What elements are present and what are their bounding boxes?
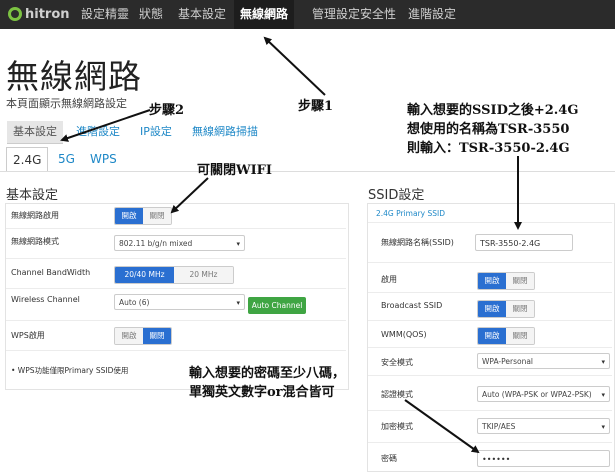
ssid-name-label: 無線網路名稱(SSID) bbox=[381, 238, 454, 247]
auto-channel-button[interactable]: Auto Channel bbox=[248, 297, 306, 314]
nav-setup-wizard[interactable]: 設定精靈 bbox=[75, 0, 135, 29]
auth-mode-select[interactable]: Auto (WPA-PSK or WPA2-PSK) ▾ bbox=[477, 386, 610, 402]
security-mode-value: WPA-Personal bbox=[482, 357, 534, 366]
annotation-ssid-line2: 想使用的名稱為TSR-3550 bbox=[407, 122, 570, 137]
page-description: 本頁面顯示無線網路設定 bbox=[6, 97, 127, 110]
wireless-off-button[interactable]: 關閉 bbox=[143, 208, 171, 224]
tab-wps[interactable]: WPS bbox=[84, 147, 123, 171]
nav-security[interactable]: 安全性 bbox=[354, 0, 402, 29]
basic-settings-title: 基本設定 bbox=[6, 188, 59, 203]
ssid-on-button[interactable]: 開啟 bbox=[478, 273, 506, 289]
wmm-off-button[interactable]: 關閉 bbox=[506, 328, 534, 344]
wps-off-button[interactable]: 關閉 bbox=[143, 328, 171, 344]
annotation-password-line1: 輸入想要的密碼至少八碼， bbox=[189, 366, 346, 381]
password-label: 密碼 bbox=[381, 454, 397, 463]
annotation-password-line2: 單獨英文數字or混合皆可 bbox=[189, 385, 335, 400]
channel-select[interactable]: Auto (6) ▾ bbox=[114, 294, 245, 310]
security-mode-select[interactable]: WPA-Personal ▾ bbox=[477, 353, 610, 369]
tab-5g[interactable]: 5G bbox=[52, 147, 81, 171]
auth-mode-label: 認證模式 bbox=[381, 390, 413, 399]
tab-ip-settings[interactable]: IP設定 bbox=[134, 121, 178, 143]
row-divider bbox=[6, 350, 346, 351]
row-divider bbox=[368, 347, 612, 348]
wmm-on-button[interactable]: 開啟 bbox=[478, 328, 506, 344]
annotation-wifi-toggle: 可關閉WIFI bbox=[197, 163, 272, 178]
row-divider bbox=[6, 228, 346, 229]
bandwidth-20-button[interactable]: 20 MHz bbox=[174, 267, 233, 283]
security-mode-label: 安全模式 bbox=[381, 358, 413, 367]
tab-wireless-scan[interactable]: 無線網路掃描 bbox=[186, 121, 264, 143]
wps-footnote: • WPS功能僅限Primary SSID使用 bbox=[11, 366, 129, 375]
nav-advanced[interactable]: 進階設定 bbox=[402, 0, 462, 29]
annotation-ssid-line1: 輸入想要的SSID之後+2.4G bbox=[407, 103, 579, 118]
auth-mode-value: Auto (WPA-PSK or WPA2-PSK) bbox=[482, 390, 592, 399]
tab-2-4g[interactable]: 2.4G bbox=[6, 147, 49, 172]
page-title: 無線網路 bbox=[6, 57, 142, 96]
wireless-mode-label: 無線網路模式 bbox=[11, 237, 59, 246]
broadcast-off-button[interactable]: 關閉 bbox=[506, 301, 534, 317]
ssid-enable-label: 啟用 bbox=[381, 275, 397, 284]
bandwidth-toggle[interactable]: 20/40 MHz 20 MHz bbox=[114, 266, 234, 284]
wireless-mode-select[interactable]: 802.11 b/g/n mixed ▾ bbox=[114, 235, 245, 251]
logo-text: hitron bbox=[25, 6, 70, 22]
row-divider bbox=[6, 320, 346, 321]
bandwidth-20-40-button[interactable]: 20/40 MHz bbox=[115, 267, 174, 283]
row-divider bbox=[368, 262, 612, 263]
ssid-name-input[interactable]: TSR-3550-2.4G bbox=[475, 234, 573, 251]
encryption-value: TKIP/AES bbox=[482, 422, 516, 431]
row-divider bbox=[6, 258, 346, 259]
tab-basic-settings[interactable]: 基本設定 bbox=[7, 121, 63, 144]
row-divider bbox=[368, 320, 612, 321]
encryption-label: 加密模式 bbox=[381, 422, 413, 431]
arrow-step1 bbox=[263, 36, 326, 96]
broadcast-ssid-label: Broadcast SSID bbox=[381, 301, 443, 310]
row-divider bbox=[368, 375, 612, 376]
nav-wireless[interactable]: 無線網路 bbox=[234, 0, 295, 29]
dropdown-caret-icon: ▾ bbox=[601, 358, 605, 366]
wmm-toggle[interactable]: 開啟 關閉 bbox=[477, 327, 535, 345]
tab-divider bbox=[0, 171, 615, 172]
encryption-select[interactable]: TKIP/AES ▾ bbox=[477, 418, 610, 434]
dropdown-caret-icon: ▾ bbox=[601, 391, 605, 399]
row-divider bbox=[368, 222, 612, 223]
wireless-enable-label: 無線網路啟用 bbox=[11, 211, 59, 220]
wps-enable-toggle[interactable]: 開啟 關閉 bbox=[114, 327, 172, 345]
wps-enable-label: WPS啟用 bbox=[11, 331, 45, 340]
row-divider bbox=[368, 292, 612, 293]
annotation-step1: 步驟1 bbox=[298, 99, 334, 114]
wireless-on-button[interactable]: 開啟 bbox=[115, 208, 143, 224]
hitron-logo: hitron bbox=[8, 5, 70, 23]
dropdown-caret-icon: ▾ bbox=[236, 299, 240, 307]
dropdown-caret-icon: ▾ bbox=[236, 240, 240, 248]
tab-advanced-settings[interactable]: 進階設定 bbox=[70, 121, 126, 143]
ssid-settings-title: SSID設定 bbox=[368, 188, 425, 203]
password-input[interactable]: •••••• bbox=[477, 450, 610, 467]
broadcast-ssid-toggle[interactable]: 開啟 關閉 bbox=[477, 300, 535, 318]
annotation-ssid-line3: 則輸入：TSR-3550-2.4G bbox=[407, 141, 570, 156]
wps-on-button[interactable]: 開啟 bbox=[115, 328, 143, 344]
nav-status[interactable]: 狀態 bbox=[133, 0, 169, 29]
nav-basic-settings[interactable]: 基本設定 bbox=[172, 0, 232, 29]
broadcast-on-button[interactable]: 開啟 bbox=[478, 301, 506, 317]
bandwidth-label: Channel BandWidth bbox=[11, 268, 91, 277]
wmm-label: WMM(QOS) bbox=[381, 330, 427, 339]
annotation-step2: 步驟2 bbox=[149, 103, 185, 118]
ssid-enable-toggle[interactable]: 開啟 關閉 bbox=[477, 272, 535, 290]
channel-value: Auto (6) bbox=[119, 298, 150, 307]
ssid-off-button[interactable]: 關閉 bbox=[506, 273, 534, 289]
row-divider bbox=[368, 410, 612, 411]
channel-label: Wireless Channel bbox=[11, 295, 80, 304]
dropdown-caret-icon: ▾ bbox=[601, 423, 605, 431]
wireless-mode-value: 802.11 b/g/n mixed bbox=[119, 239, 193, 248]
row-divider bbox=[368, 442, 612, 443]
ssid-subtitle: 2.4G Primary SSID bbox=[376, 209, 445, 218]
hitron-logo-icon bbox=[8, 7, 22, 21]
wireless-enable-toggle[interactable]: 開啟 關閉 bbox=[114, 207, 172, 225]
row-divider bbox=[6, 288, 346, 289]
